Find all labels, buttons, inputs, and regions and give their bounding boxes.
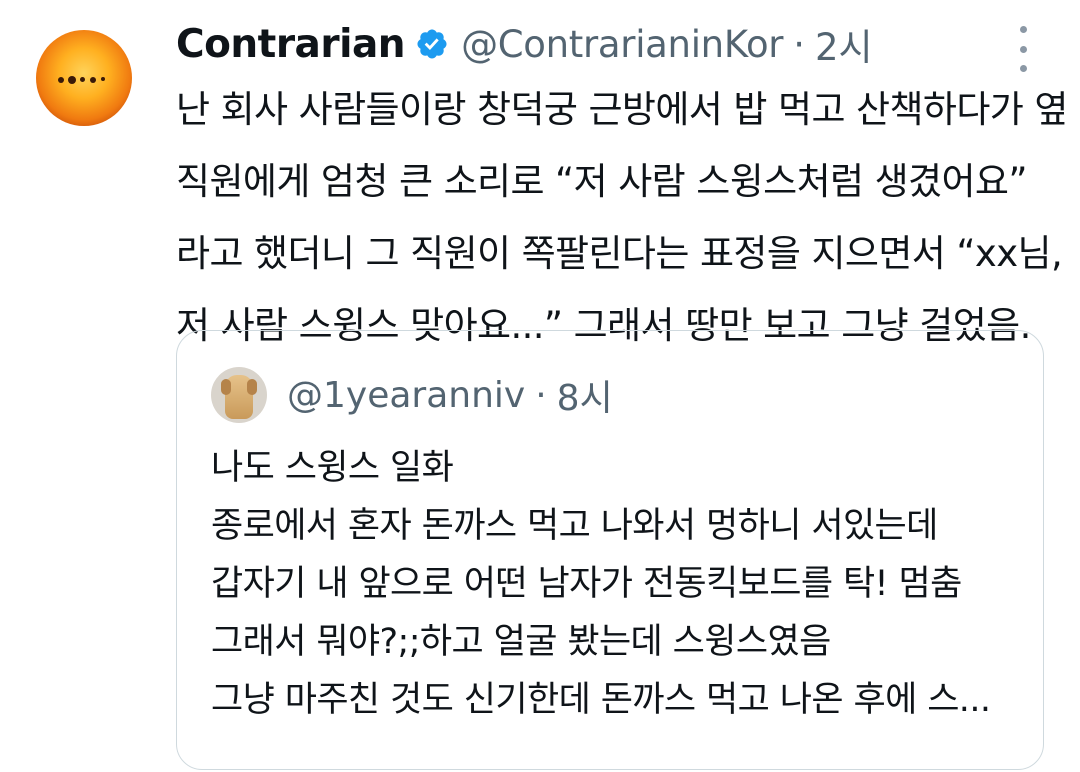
- quoted-author-avatar[interactable]: [211, 367, 267, 423]
- quoted-line: 종로에서 혼자 돈까스 먹고 나와서 멍하니 서있는데: [211, 506, 938, 546]
- tweet-line: 라고 했더니 그 직원이 쪽팔린다는 표정을 지으면서 “xx님,: [176, 232, 1063, 275]
- separator-dot: ·: [535, 374, 547, 416]
- author-handle[interactable]: @ContrarianinKor: [461, 23, 783, 66]
- more-vertical-icon[interactable]: [1014, 26, 1032, 72]
- quoted-line: 그냥 마주친 것도 신기한데 돈까스 먹고 나온 후에 스...: [211, 680, 991, 720]
- quoted-line: 갑자기 내 앞으로 어떤 남자가 전동킥보드를 탁! 멈춤: [211, 564, 962, 604]
- verified-badge-icon: [417, 29, 447, 59]
- quoted-author-handle[interactable]: @1yearanniv: [287, 375, 525, 416]
- quoted-tweet-timestamp: 8시: [556, 378, 613, 419]
- sun-planets-image: [58, 74, 114, 84]
- quoted-line: 그래서 뭐야?;;하고 얼굴 봤는데 스윙스였음: [211, 622, 831, 662]
- quoted-tweet-body: 나도 스윙스 일화 종로에서 혼자 돈까스 먹고 나와서 멍하니 서있는데 갑자…: [211, 439, 1031, 729]
- quoted-line: 나도 스윙스 일화: [211, 448, 454, 488]
- author-avatar[interactable]: [36, 30, 132, 126]
- tweet-body: 난 회사 사람들이랑 창덕궁 근방에서 밥 먹고 산책하다가 옆 직원에게 엄청…: [176, 74, 1068, 362]
- separator-dot: ·: [793, 22, 805, 66]
- quoted-tweet-header: @1yearanniv · 8시: [211, 365, 613, 425]
- tweet-timestamp[interactable]: 2시: [815, 17, 873, 71]
- quoted-tweet-card[interactable]: @1yearanniv · 8시 나도 스윙스 일화 종로에서 혼자 돈까스 먹…: [176, 330, 1044, 770]
- author-display-name[interactable]: Contrarian: [176, 22, 406, 67]
- tweet-header: Contrarian @ContrarianinKor · 2시: [176, 18, 873, 70]
- tweet-line: 직원에게 엄청 큰 소리로 “저 사람 스윙스처럼 생겼어요”: [176, 160, 1028, 203]
- tweet-line: 난 회사 사람들이랑 창덕궁 근방에서 밥 먹고 산책하다가 옆: [176, 88, 1068, 131]
